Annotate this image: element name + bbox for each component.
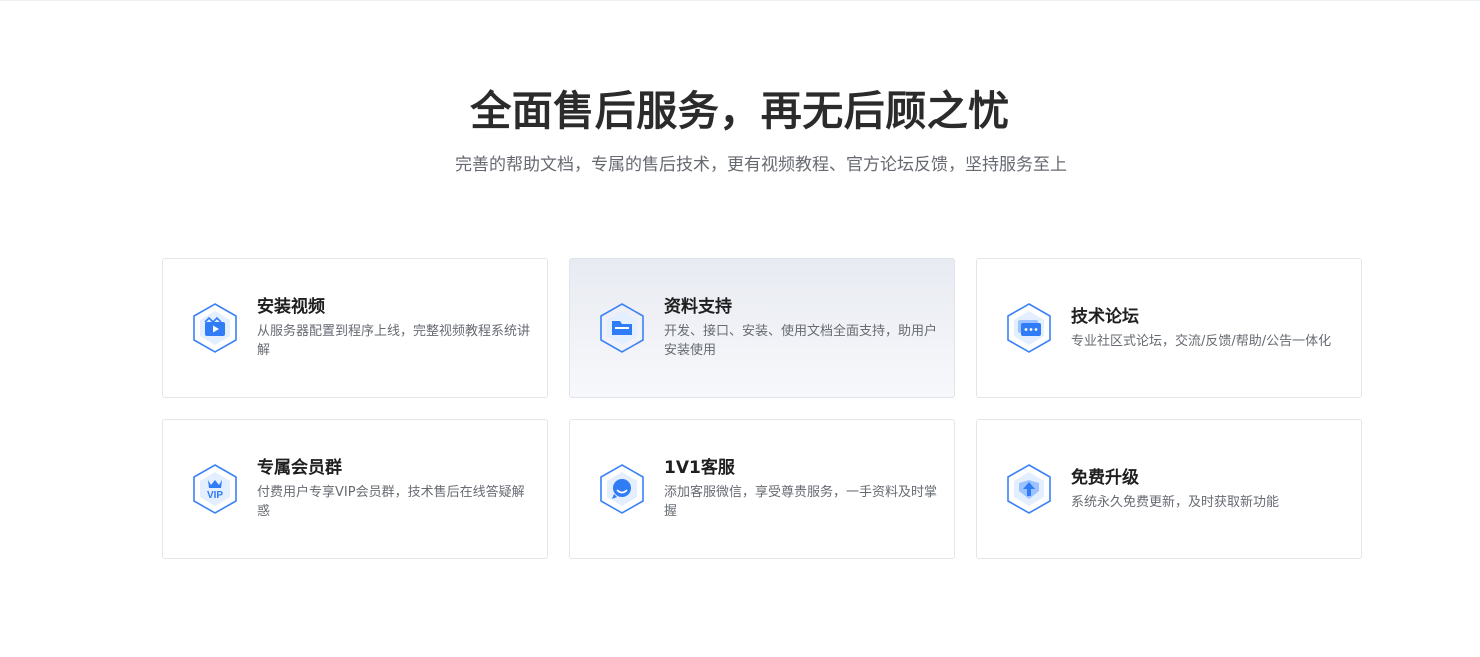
service-card-install-video[interactable]: 安装视频 从服务器配置到程序上线，完整视频教程系统讲解 xyxy=(162,258,548,398)
service-cards-grid: 安装视频 从服务器配置到程序上线，完整视频教程系统讲解 资料支持 开发、接口、安… xyxy=(162,258,1362,559)
support-agent-icon xyxy=(600,464,644,514)
service-card-1v1-support[interactable]: 1V1客服 添加客服微信，享受尊贵服务，一手资料及时掌握 xyxy=(569,419,955,559)
card-description: 从服务器配置到程序上线，完整视频教程系统讲解 xyxy=(257,324,531,358)
svg-text:VIP: VIP xyxy=(207,490,223,501)
card-title: 免费升级 xyxy=(1071,467,1139,488)
service-card-vip-group[interactable]: VIP 专属会员群 付费用户专享VIP会员群，技术售后在线答疑解惑 xyxy=(162,419,548,559)
card-title: 专属会员群 xyxy=(257,458,342,478)
card-description: 系统永久免费更新，及时获取新功能 xyxy=(1071,494,1280,510)
card-description: 付费用户专享VIP会员群，技术售后在线答疑解惑 xyxy=(257,485,525,519)
card-description: 开发、接口、安装、使用文档全面支持，助用户安装使用 xyxy=(664,324,938,358)
card-description: 专业社区式论坛，交流/反馈/帮助/公告一体化 xyxy=(1071,333,1332,349)
card-description: 添加客服微信，享受尊贵服务，一手资料及时掌握 xyxy=(664,485,938,519)
card-title: 资料支持 xyxy=(664,297,732,317)
service-card-tech-forum[interactable]: 技术论坛 专业社区式论坛，交流/反馈/帮助/公告一体化 xyxy=(976,258,1362,398)
service-card-docs-support[interactable]: 资料支持 开发、接口、安装、使用文档全面支持，助用户安装使用 xyxy=(569,258,955,398)
section-subtitle: 完善的帮助文档，专属的售后技术，更有视频教程、官方论坛反馈，坚持服务至上 xyxy=(455,155,1067,175)
folder-icon xyxy=(600,303,644,353)
vip-crown-icon: VIP xyxy=(193,464,237,514)
video-icon xyxy=(193,303,237,353)
card-title: 安装视频 xyxy=(257,297,325,317)
service-card-free-upgrade[interactable]: 免费升级 系统永久免费更新，及时获取新功能 xyxy=(976,419,1362,559)
chat-icon xyxy=(1007,303,1051,353)
section-title: 全面售后服务，再无后顾之忧 xyxy=(470,87,1010,135)
upgrade-arrow-icon xyxy=(1007,464,1051,514)
card-title: 1V1客服 xyxy=(664,458,735,478)
after-sales-section: 全面售后服务，再无后顾之忧 完善的帮助文档，专属的售后技术，更有视频教程、官方论… xyxy=(0,0,1480,657)
card-title: 技术论坛 xyxy=(1071,306,1139,327)
